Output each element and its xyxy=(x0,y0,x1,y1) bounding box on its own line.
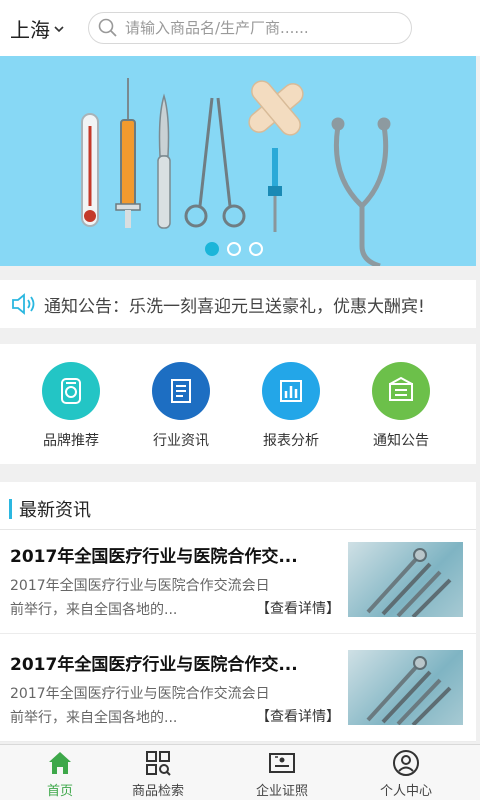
menu-item-label: 行业资讯 xyxy=(153,433,209,449)
bottom-tab-bar: 首页 商品检索 企业证照 个人中心 xyxy=(0,744,480,800)
notice-bar[interactable]: 通知公告：乐洗一刻喜迎元旦送豪礼，优惠大酬宾! xyxy=(0,280,476,328)
user-icon xyxy=(393,750,419,776)
menu-item-news[interactable]: 行业资讯 xyxy=(126,362,236,450)
probe-icon xyxy=(268,148,282,232)
view-details-link[interactable]: 【查看详情】 xyxy=(256,598,340,618)
news-thumbnail xyxy=(348,542,463,617)
menu-item-reports[interactable]: 报表分析 xyxy=(236,362,346,450)
news-title: 2017年全国医疗行业与医院合作交... xyxy=(10,655,298,675)
license-icon xyxy=(269,753,295,773)
envelope-icon xyxy=(372,362,430,420)
carousel-dot[interactable] xyxy=(227,242,241,256)
menu-item-notices[interactable]: 通知公告 xyxy=(346,362,456,450)
carousel-dots xyxy=(205,242,263,256)
tab-profile[interactable]: 个人中心 xyxy=(346,749,466,799)
menu-item-label: 报表分析 xyxy=(263,433,319,449)
document-icon xyxy=(152,362,210,420)
dental-tools-image xyxy=(366,656,452,725)
news-thumbnail xyxy=(348,650,463,725)
bandage-icon xyxy=(248,80,304,136)
menu-item-label: 品牌推荐 xyxy=(43,433,99,449)
search-box[interactable] xyxy=(88,12,412,44)
view-details-link[interactable]: 【查看详情】 xyxy=(256,706,340,726)
quick-menu: 品牌推荐 行业资讯 报表分析 通知公告 xyxy=(0,344,476,464)
city-selector[interactable]: 上海 xyxy=(10,14,64,43)
syringe-icon xyxy=(115,78,141,228)
search-input[interactable] xyxy=(125,19,395,37)
section-title: 最新资讯 xyxy=(19,500,91,521)
menu-item-brand[interactable]: 品牌推荐 xyxy=(16,362,126,450)
list-item[interactable]: 2017年全国医疗行业与医院合作交... 2017年全国医疗行业与医院合作交流会… xyxy=(0,530,476,634)
tab-label: 首页 xyxy=(46,784,73,799)
speaker-icon xyxy=(12,293,35,315)
news-summary-line: 2017年全国医疗行业与医院合作交流会日 xyxy=(10,686,270,702)
news-summary-line: 2017年全国医疗行业与医院合作交流会日 xyxy=(10,578,270,594)
list-item[interactable]: 2017年全国医疗行业与医院合作交... 2017年全国医疗行业与医院合作交流会… xyxy=(0,638,476,742)
carousel-dot[interactable] xyxy=(205,242,219,256)
news-title: 2017年全国医疗行业与医院合作交... xyxy=(10,547,298,567)
menu-item-label: 通知公告 xyxy=(373,433,429,449)
notice-text: 通知公告：乐洗一刻喜迎元旦送豪礼，优惠大酬宾! xyxy=(44,296,425,317)
dental-tools-image xyxy=(366,548,452,617)
tab-label: 企业证照 xyxy=(255,784,308,799)
search-icon xyxy=(98,18,117,37)
tab-label: 个人中心 xyxy=(379,784,432,799)
bar-chart-icon xyxy=(262,362,320,420)
news-list: 2017年全国医疗行业与医院合作交... 2017年全国医疗行业与医院合作交流会… xyxy=(0,530,476,742)
medical-instruments-illustration xyxy=(81,78,391,266)
news-section-header: 最新资讯 xyxy=(0,482,476,530)
thermometer-icon xyxy=(81,113,99,227)
chevron-down-icon xyxy=(54,25,64,32)
home-icon xyxy=(49,752,71,774)
top-bar: 上海 xyxy=(0,0,480,56)
forceps-icon xyxy=(184,97,246,228)
tab-product-search[interactable]: 商品检索 xyxy=(98,749,218,799)
tab-label: 商品检索 xyxy=(131,784,184,799)
stethoscope-icon xyxy=(331,117,391,266)
banner-carousel[interactable] xyxy=(0,56,476,266)
city-label: 上海 xyxy=(10,18,50,42)
medal-icon xyxy=(42,362,100,420)
scalpel-icon xyxy=(157,93,171,229)
section-accent-bar xyxy=(9,499,12,519)
tab-licenses[interactable]: 企业证照 xyxy=(222,749,342,799)
grid-search-icon xyxy=(146,751,171,776)
carousel-dot[interactable] xyxy=(249,242,263,256)
